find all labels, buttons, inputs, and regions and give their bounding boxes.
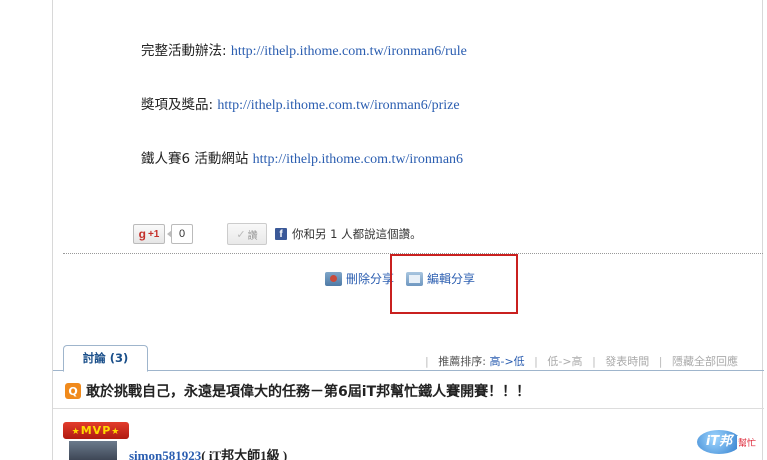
star-icon: ★	[111, 427, 121, 437]
social-bar: g +1 0 ✓ 讚 f 你和另 1 人都說這個讚。	[133, 223, 422, 245]
tab-discussion[interactable]: 討論 (3)	[63, 345, 148, 372]
google-plus-button[interactable]: g +1	[133, 224, 165, 244]
rule-link[interactable]: http://ithelp.ithome.com.tw/ironman6/rul…	[231, 44, 467, 59]
sort-time-link[interactable]: 發表時間	[605, 355, 649, 368]
site-label: 鐵人賽6 活動網站	[141, 151, 253, 167]
site-link[interactable]: http://ithelp.ithome.com.tw/ironman6	[253, 152, 463, 167]
prize-label: 獎項及獎品:	[141, 97, 218, 113]
google-plus-icon: g	[138, 227, 146, 241]
topic-divider	[53, 408, 764, 409]
rule-line: 完整活動辦法: http://ithelp.ithome.com.tw/iron…	[141, 39, 467, 60]
rule-label: 完整活動辦法:	[141, 43, 231, 59]
logo-sub: 幫忙	[737, 436, 758, 449]
prize-line: 獎項及獎品: http://ithelp.ithome.com.tw/ironm…	[141, 93, 460, 114]
sort-options: | 推薦排序: 高->低 | 低->高 | 發表時間 | 隱藏全部回應	[425, 355, 738, 368]
prize-link[interactable]: http://ithelp.ithome.com.tw/ironman6/pri…	[217, 98, 459, 113]
facebook-like-button[interactable]: ✓ 讚	[227, 223, 267, 245]
delete-share-icon	[325, 271, 342, 286]
facebook-icon: f	[275, 228, 287, 240]
discussion-tabbar: 討論 (3) | 推薦排序: 高->低 | 低->高 | 發表時間 | 隱藏全部…	[53, 345, 764, 372]
ithelp-logo[interactable]: iT邦 幫忙	[697, 428, 761, 458]
user-rank: ( iT邦大師1級 )	[201, 448, 288, 460]
content-panel: 完整活動辦法: http://ithelp.ithome.com.tw/iron…	[52, 0, 764, 460]
star-icon: ★	[71, 427, 81, 437]
logo-bubble: iT邦	[697, 430, 741, 454]
like-label: 讚	[247, 230, 258, 242]
delete-share-button[interactable]: 刪除分享	[325, 270, 394, 287]
mvp-badge: ★MVP★	[63, 422, 129, 439]
sort-high-low-link[interactable]: 高->低	[489, 355, 524, 368]
topic-title[interactable]: 敢於挑戰自己，永遠是項偉大的任務－第6屆iT邦幫忙鐵人賽開賽！！！	[86, 381, 530, 401]
username-link[interactable]: simon581923	[129, 448, 201, 460]
topic-title-row: Q 敢於挑戰自己，永遠是項偉大的任務－第6屆iT邦幫忙鐵人賽開賽！！！	[65, 381, 530, 401]
google-plus-label: +1	[147, 228, 160, 240]
sort-low-high-link[interactable]: 低->高	[547, 355, 582, 368]
hide-replies-link[interactable]: 隱藏全部回應	[672, 355, 738, 368]
avatar[interactable]	[69, 441, 117, 460]
check-icon: ✓	[236, 228, 246, 241]
sort-label: 推薦排序:	[438, 355, 486, 368]
site-line: 鐵人賽6 活動網站 http://ithelp.ithome.com.tw/ir…	[141, 147, 463, 168]
user-info: simon581923( iT邦大師1級 )	[129, 445, 287, 460]
highlight-box	[390, 254, 518, 314]
delete-share-label: 刪除分享	[346, 272, 395, 286]
facebook-like-text: 你和另 1 人都說這個讚。	[292, 227, 422, 241]
question-icon: Q	[65, 383, 81, 399]
google-plus-count: 0	[167, 224, 193, 244]
